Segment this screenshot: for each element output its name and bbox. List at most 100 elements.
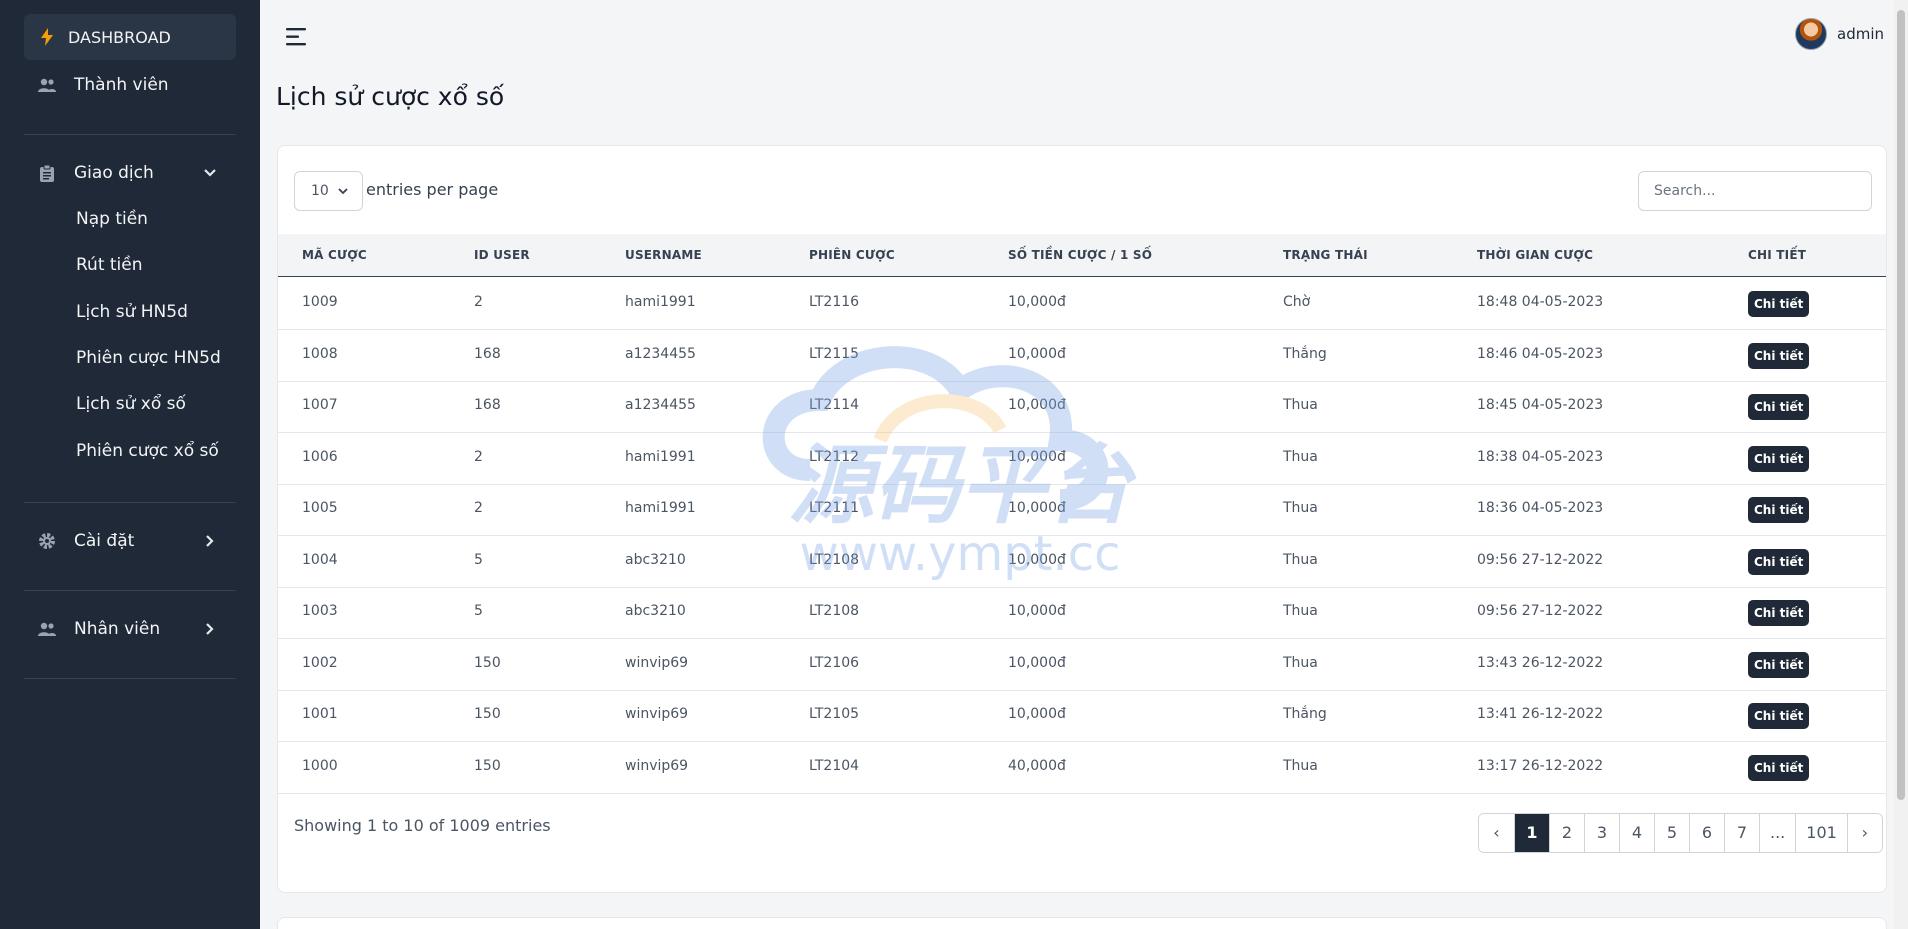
table-cell: 5 — [474, 603, 483, 619]
table-cell: 1009 — [302, 294, 338, 310]
table-row: 1005 2 hami1991 LT2111 10,000đ Thua 18:36 04-0… — [278, 485, 1886, 536]
sidebar-sub-deposit[interactable]: Nạp tiền — [76, 204, 148, 234]
chevron-right-icon — [200, 619, 220, 639]
table-cell: 1008 — [302, 345, 338, 362]
page-title: Lịch sử cược xổ số — [276, 82, 505, 111]
table-cell: 150 — [474, 757, 501, 774]
table-cell: 10,000đ — [1008, 500, 1066, 516]
column-header[interactable]: Số tiền cược / 1 số — [1008, 234, 1152, 277]
detail-button[interactable]: Chi tiết — [1748, 600, 1810, 626]
table-cell: 18:48 04-05-2023 — [1477, 294, 1604, 310]
sidebar-sub-lottery-sessions[interactable]: Phiên cược xổ số — [76, 436, 219, 466]
table-cell: 18:45 04-05-2023 — [1477, 397, 1604, 413]
pagination-prev[interactable]: ‹ — [1479, 814, 1514, 852]
sidebar-sub-hn5d-sessions[interactable]: Phiên cược HN5d — [76, 343, 221, 373]
chevron-down-icon — [338, 188, 348, 195]
table-cell: 1002 — [302, 654, 338, 671]
pagination-page[interactable]: 4 — [1619, 814, 1654, 852]
table-cell: 10,000đ — [1008, 448, 1066, 465]
pagination-page[interactable]: 1 — [1514, 814, 1549, 852]
table-cell: 18:38 04-05-2023 — [1477, 448, 1604, 465]
sidebar-sub-hn5d-history[interactable]: Lịch sử HN5d — [76, 297, 188, 327]
pagination-page[interactable]: 3 — [1584, 814, 1619, 852]
pagination-page[interactable]: 101 — [1795, 814, 1847, 852]
sidebar-item-staff[interactable]: Nhân viên — [24, 606, 236, 652]
sidebar-sub-withdraw[interactable]: Rút tiền — [76, 250, 143, 280]
users-icon — [36, 74, 58, 96]
table-cell: 1004 — [302, 551, 338, 568]
column-header[interactable]: Username — [625, 234, 702, 277]
pagination-page[interactable]: 7 — [1724, 814, 1759, 852]
sidebar-item-dashboard[interactable]: DASHBROAD — [24, 14, 236, 60]
table-cell: hami1991 — [625, 448, 696, 465]
per-page-select[interactable]: 10 — [294, 171, 363, 211]
sidebar-item-members[interactable]: Thành viên — [24, 62, 236, 108]
detail-button[interactable]: Chi tiết — [1748, 703, 1810, 729]
menu-icon[interactable] — [284, 24, 310, 50]
table-cell: 1001 — [302, 706, 338, 722]
table-cell: 09:56 27-12-2022 — [1477, 551, 1604, 568]
chevron-right-icon — [200, 531, 220, 551]
sidebar-item-label: Giao dịch — [74, 163, 154, 183]
sidebar-item-label: Thành viên — [74, 75, 169, 95]
table-row: 1004 5 abc3210 LT2108 10,000đ Thua 09:56 27-12… — [278, 537, 1886, 588]
table-cell: 10,000đ — [1008, 603, 1066, 619]
detail-button[interactable]: Chi tiết — [1748, 291, 1810, 317]
table-cell: Thua — [1283, 654, 1318, 671]
search-input[interactable] — [1638, 171, 1872, 211]
pagination-next[interactable]: › — [1846, 814, 1882, 852]
table-row: 1009 2 hami1991 LT2116 10,000đ Chờ 18:48 04-05… — [278, 279, 1886, 330]
column-header[interactable]: Thời gian cược — [1477, 234, 1593, 277]
table-cell: LT2114 — [809, 397, 860, 413]
detail-button[interactable]: Chi tiết — [1748, 651, 1810, 678]
detail-button[interactable]: Chi tiết — [1748, 497, 1810, 523]
scrollbar[interactable] — [1894, 0, 1908, 929]
table-row: 1000 150 winvip69 LT2104 40,000đ Thua 13:17 26… — [278, 743, 1886, 794]
table-cell: hami1991 — [625, 500, 696, 516]
table-header: Mã cược ID user Username Phiên cược Số t… — [278, 234, 1886, 277]
table-card: 10 entries per page Mã cược ID user User… — [277, 145, 1887, 893]
table-cell: 13:43 26-12-2022 — [1477, 654, 1604, 671]
detail-button[interactable]: Chi tiết — [1748, 548, 1810, 575]
sidebar-sub-lottery-history[interactable]: Lịch sử xổ số — [76, 389, 186, 419]
sidebar-divider — [24, 134, 236, 135]
per-page-label: entries per page — [366, 180, 499, 199]
column-header[interactable]: ID user — [474, 234, 530, 277]
column-header[interactable]: Phiên cược — [809, 234, 895, 277]
detail-button[interactable]: Chi tiết — [1748, 754, 1810, 781]
detail-button[interactable]: Chi tiết — [1748, 445, 1810, 472]
sidebar-divider — [24, 502, 236, 503]
per-page-value: 10 — [311, 183, 329, 199]
sidebar-item-label: Nhân viên — [74, 619, 161, 639]
sidebar: DASHBROAD Thành viên Giao dịch Nạp tiền … — [0, 0, 260, 929]
sidebar-item-transactions[interactable]: Giao dịch — [24, 150, 236, 196]
avatar — [1795, 18, 1827, 50]
table-cell: Chờ — [1283, 294, 1311, 310]
user-menu[interactable]: admin — [1795, 18, 1884, 50]
table-cell: 150 — [474, 654, 501, 671]
detail-button[interactable]: Chi tiết — [1748, 394, 1810, 420]
pagination-page[interactable]: 2 — [1549, 814, 1584, 852]
table-cell: 40,000đ — [1008, 757, 1066, 774]
scrollbar-thumb[interactable] — [1897, 10, 1905, 800]
table-cell: hami1991 — [625, 294, 696, 310]
detail-button[interactable]: Chi tiết — [1748, 342, 1810, 369]
table-cell: 1007 — [302, 397, 338, 413]
table-cell: Thua — [1283, 603, 1318, 619]
table-cell: winvip69 — [625, 654, 689, 671]
table-cell: LT2105 — [809, 706, 860, 722]
table-cell: 13:17 26-12-2022 — [1477, 757, 1604, 774]
table-cell: 10,000đ — [1008, 294, 1066, 310]
sidebar-item-settings[interactable]: Cài đặt — [24, 518, 236, 564]
column-header[interactable]: Mã cược — [302, 234, 367, 277]
pagination: ‹ 1 2 3 4 5 6 7... 101 › — [1478, 813, 1883, 853]
column-header[interactable]: Trạng thái — [1283, 234, 1368, 277]
pagination-page[interactable]: 6 — [1689, 814, 1724, 852]
pagination-page[interactable]: 5 — [1654, 814, 1689, 852]
column-header[interactable]: Chi tiết — [1748, 234, 1806, 277]
table-row: 1003 5 abc3210 LT2108 10,000đ Thua 09:56 27-12… — [278, 588, 1886, 639]
sidebar-item-label: Cài đặt — [74, 531, 135, 551]
table-cell: 09:56 27-12-2022 — [1477, 603, 1604, 619]
sidebar-divider — [24, 678, 236, 679]
sidebar-item-label: DASHBROAD — [68, 27, 171, 47]
